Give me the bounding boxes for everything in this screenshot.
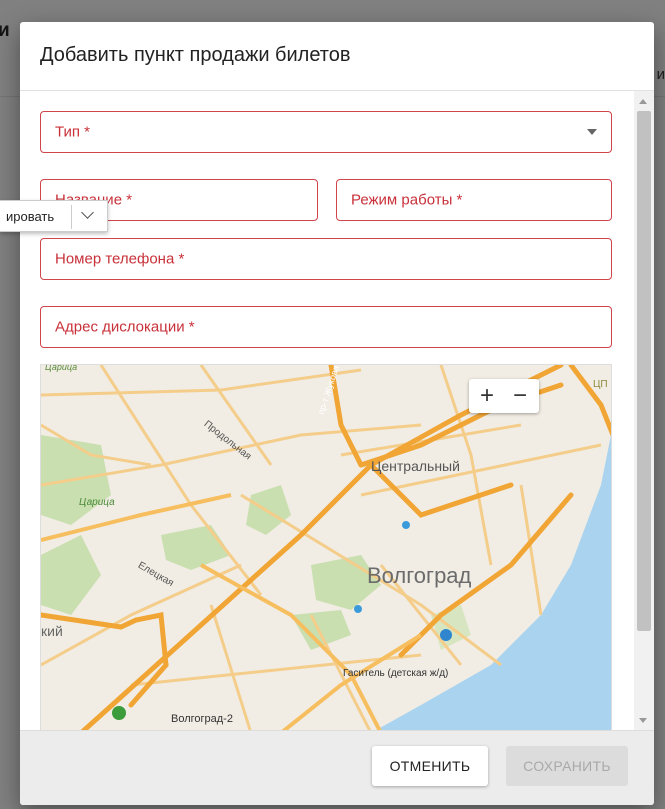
map-canvas [41,365,611,731]
schedule-field[interactable]: Режим работы * [336,179,612,221]
map-zoom-control: + − [469,379,539,413]
type-label: Тип * [55,123,91,141]
map-label-gasitel: Гаситель (детская ж/д) [343,668,449,679]
map-label-top-right: ЦП [593,379,608,390]
toolbar-action-label[interactable]: ировать [6,209,54,224]
map-label-volgograd2: Волгоград-2 [171,713,233,725]
floating-edit-toolbar[interactable]: ировать [0,200,108,232]
dropdown-arrow-icon [587,129,597,135]
map-label-top-left: Царица [45,364,78,372]
phone-field[interactable]: Номер телефона * [40,238,612,280]
map-label-volgograd: Волгоград [367,563,472,588]
toolbar-separator [71,205,72,229]
scrollbar-thumb[interactable] [637,111,651,631]
address-label: Адрес дислокации * [55,318,195,336]
map-label-tsentralny: Центральный [371,458,460,474]
dialog-scrollbar[interactable] [634,91,654,731]
add-ticket-point-dialog: Добавить пункт продажи билетов Тип * Наз… [20,22,654,805]
cancel-button[interactable]: Отменить [372,746,488,786]
scroll-up-arrow-icon[interactable] [639,99,647,104]
map-label-tsaritsa: Царица [79,497,115,508]
chevron-down-icon[interactable] [81,206,94,219]
type-select[interactable]: Тип * [40,111,612,153]
schedule-label: Режим работы * [351,191,463,209]
header-divider [20,90,654,91]
zoom-in-button[interactable]: + [472,381,502,411]
zoom-out-button[interactable]: − [505,381,535,411]
address-field[interactable]: Адрес дислокации * [40,306,612,348]
scroll-down-arrow-icon[interactable] [639,718,647,723]
dialog-footer: Отменить Сохранить [20,730,654,805]
dialog-title: Добавить пункт продажи билетов [40,44,351,66]
map-label-kiy: кий [41,623,63,639]
save-button[interactable]: Сохранить [506,746,628,786]
phone-label: Номер телефона * [55,250,185,268]
location-map[interactable]: Центральный Волгоград Продольная пр-т Жу… [40,364,612,732]
